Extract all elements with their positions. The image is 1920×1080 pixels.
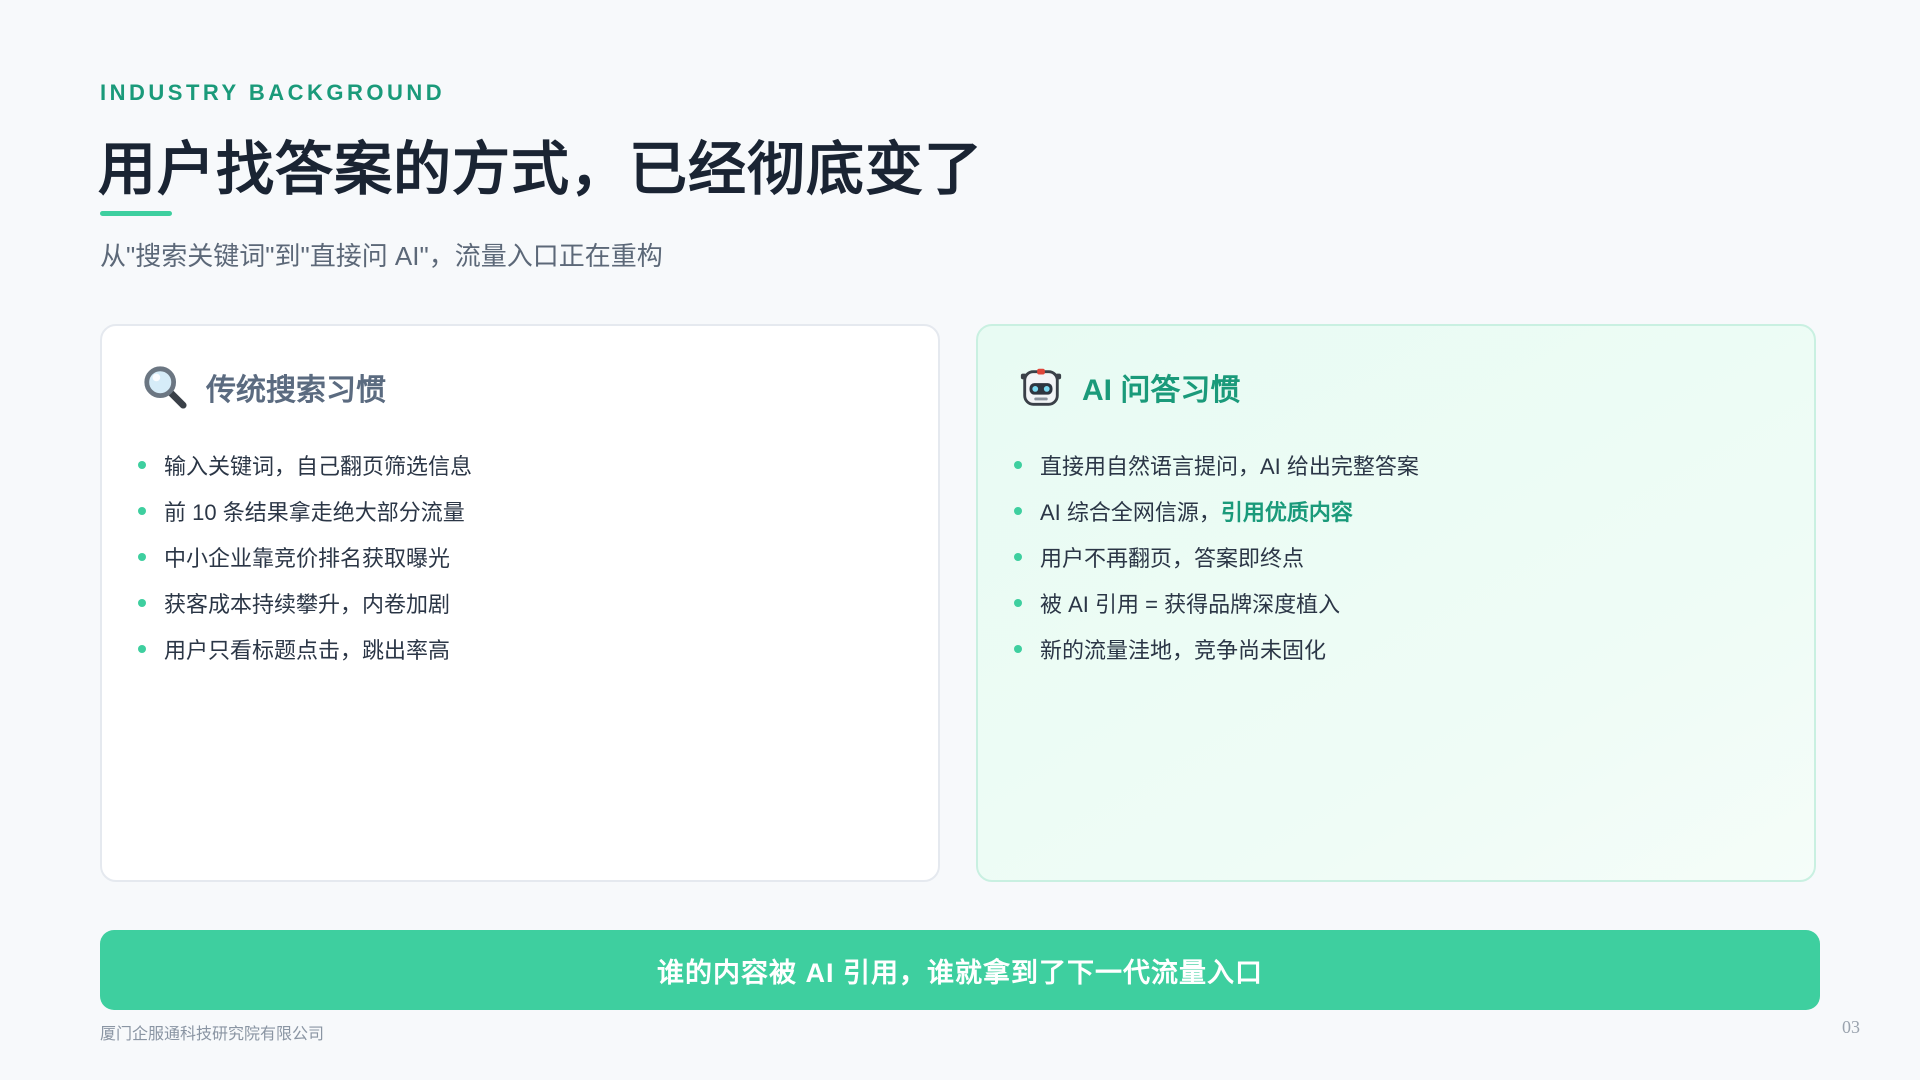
robot-icon [1020,368,1062,406]
traditional-card-title: 传统搜索习惯 [206,374,386,407]
traditional-search-card: 传统搜索习惯 输入关键词，自己翻页筛选信息 前 10 条结果拿走绝大部分流量 中… [100,324,940,882]
list-item: 用户只看标题点击，跳出率高 [138,626,472,672]
bullet-dot [1014,461,1022,469]
list-item: 输入关键词，自己翻页筛选信息 [138,442,472,488]
highlight-text: 引用优质内容 [1220,500,1353,525]
bullet-dot [1014,645,1022,653]
bullet-dot [138,461,146,469]
list-item: 前 10 条结果拿走绝大部分流量 [138,488,472,534]
magnifier-icon [144,366,187,409]
eyebrow: INDUSTRY BACKGROUND [100,80,446,105]
list-item-text: 新的流量洼地，竞争尚未固化 [1040,638,1327,663]
ai-bullet-list: 直接用自然语言提问，AI 给出完整答案 AI 综合全网信源， 引用优质内容 用户不… [1014,442,1419,672]
list-item: 新的流量洼地，竞争尚未固化 [1014,626,1419,672]
list-item: 获客成本持续攀升，内卷加剧 [138,580,472,626]
list-item-text: 获客成本持续攀升，内卷加剧 [164,592,451,617]
list-item-text: 输入关键词，自己翻页筛选信息 [164,454,473,479]
traditional-card-header: 传统搜索习惯 [142,364,386,410]
bullet-dot [138,645,146,653]
title-accent-bar [100,211,172,216]
list-item: 用户不再翻页，答案即终点 [1014,534,1419,580]
footer-org: 厦门企服通科技研究院有限公司 [100,1026,325,1043]
bullet-dot [138,507,146,515]
page-title: 用户找答案的方式，已经彻底变了 [98,137,984,202]
list-item: AI 综合全网信源， 引用优质内容 [1014,488,1419,534]
list-item: 被 AI 引用 = 获得品牌深度植入 [1014,580,1419,626]
traditional-bullet-list: 输入关键词，自己翻页筛选信息 前 10 条结果拿走绝大部分流量 中小企业靠竞价排… [138,442,472,672]
list-item: 直接用自然语言提问，AI 给出完整答案 [1014,442,1419,488]
list-item-text: 被 AI 引用 = 获得品牌深度植入 [1040,592,1341,617]
ai-qa-card: AI 问答习惯 直接用自然语言提问，AI 给出完整答案 AI 综合全网信源， 引用… [976,324,1816,882]
ai-card-title: AI 问答习惯 [1082,374,1241,407]
list-item-text: 用户不再翻页，答案即终点 [1040,546,1305,571]
cta-banner: 谁的内容被 AI 引用，谁就拿到了下一代流量入口 [100,930,1820,1010]
bullet-dot [138,553,146,561]
list-item-text: 直接用自然语言提问，AI 给出完整答案 [1040,454,1419,479]
bullet-dot [1014,553,1022,561]
bullet-dot [1014,507,1022,515]
page-subtitle: 从"搜索关键词"到"直接问 AI"，流量入口正在重构 [100,241,663,271]
list-item-text: 用户只看标题点击，跳出率高 [164,638,451,663]
list-item-text: 中小企业靠竞价排名获取曝光 [164,546,451,571]
list-item: 中小企业靠竞价排名获取曝光 [138,534,472,580]
bullet-dot [138,599,146,607]
list-item-text: 前 10 条结果拿走绝大部分流量 [164,500,465,525]
bullet-dot [1014,599,1022,607]
page-number: 03 [1842,1017,1860,1037]
list-item-text: AI 综合全网信源， [1040,500,1221,525]
ai-card-header: AI 问答习惯 [1018,364,1240,410]
